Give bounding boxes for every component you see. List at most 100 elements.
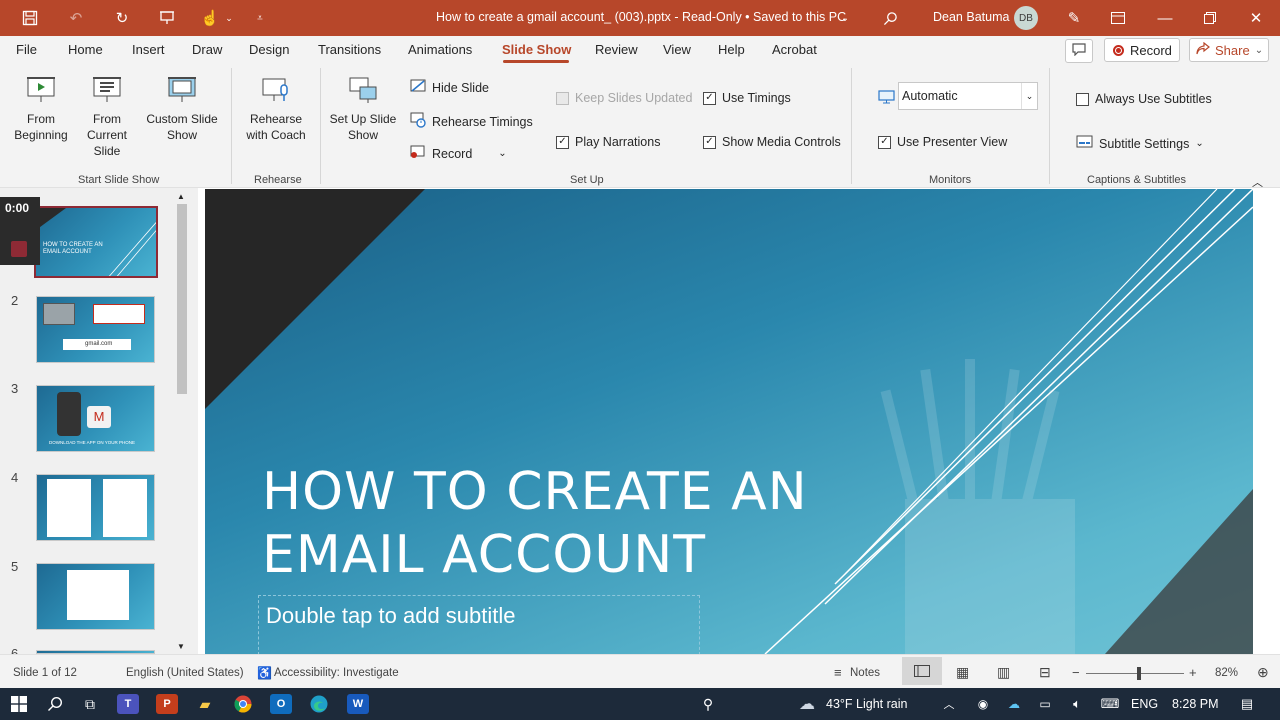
search-icon[interactable] <box>44 694 66 714</box>
slide-count[interactable]: Slide 1 of 12 <box>13 667 77 679</box>
undo-icon[interactable]: ↶ <box>66 8 86 28</box>
collapse-ribbon-icon[interactable]: ︿ <box>1252 174 1263 190</box>
play-narrations-checkbox[interactable]: ✓ Play Narrations <box>556 135 660 149</box>
document-title[interactable]: How to create a gmail account_ (003).ppt… <box>436 10 846 24</box>
zoom-slider-thumb[interactable] <box>1137 667 1141 680</box>
minimize-icon[interactable]: — <box>1153 6 1177 30</box>
rehearse-with-coach-button[interactable]: Rehearse with Coach <box>240 74 312 143</box>
onedrive-icon[interactable]: ☁ <box>1003 694 1025 714</box>
tab-animations[interactable]: Animations <box>408 42 472 57</box>
zoom-out-icon[interactable]: − <box>1072 665 1080 680</box>
task-view-icon[interactable]: ⧉ <box>79 694 101 714</box>
rehearse-timings-button[interactable]: Rehearse Timings <box>410 112 533 131</box>
people-icon[interactable]: ⚲ <box>697 694 719 714</box>
record-slide-show-button[interactable]: Record ⌄ <box>410 145 507 162</box>
accessibility-status[interactable]: Accessibility: Investigate <box>274 667 399 679</box>
always-use-subtitles-checkbox[interactable]: Always Use Subtitles <box>1076 92 1212 106</box>
outlook-icon[interactable]: O <box>270 694 292 714</box>
show-media-controls-checkbox[interactable]: ✓ Show Media Controls <box>703 135 841 149</box>
slide-thumbnail-4[interactable] <box>36 474 155 541</box>
tab-design[interactable]: Design <box>249 42 289 57</box>
customize-toolbar-icon[interactable]: ⩡ <box>250 8 270 28</box>
subtitle-placeholder-box[interactable]: Double tap to add subtitle <box>258 595 700 654</box>
hide-slide-button[interactable]: Hide Slide <box>410 79 489 96</box>
slide-thumbnail-2[interactable]: gmail.com <box>36 296 155 363</box>
use-presenter-view-checkbox[interactable]: ✓ Use Presenter View <box>878 135 1007 149</box>
notes-button[interactable]: Notes <box>850 667 880 679</box>
screenshot-image <box>93 304 145 324</box>
chevron-up-icon[interactable]: ︿ <box>938 694 960 714</box>
slide-canvas[interactable]: HOW TO CREATE AN EMAIL ACCOUNT Double ta… <box>205 189 1253 654</box>
slide-title[interactable]: HOW TO CREATE AN EMAIL ACCOUNT <box>262 461 808 587</box>
tab-slide-show[interactable]: Slide Show <box>502 42 571 57</box>
from-current-slide-button[interactable]: From Current Slide <box>72 74 142 159</box>
tab-transitions[interactable]: Transitions <box>318 42 381 57</box>
scroll-thumb[interactable] <box>177 204 187 394</box>
stop-recording-icon[interactable] <box>11 241 27 257</box>
avatar[interactable]: DB <box>1014 6 1038 30</box>
restore-icon[interactable] <box>1198 6 1222 30</box>
windows-start-icon[interactable] <box>8 694 30 714</box>
normal-view-button[interactable] <box>902 657 942 685</box>
chrome-icon[interactable] <box>232 694 254 714</box>
save-icon[interactable] <box>20 8 40 28</box>
slide-thumbnail-5[interactable] <box>36 563 155 630</box>
system-clock[interactable]: 8:28 PM <box>1172 697 1219 711</box>
keyboard-icon[interactable]: ⌨ <box>1099 694 1121 714</box>
tab-draw[interactable]: Draw <box>192 42 222 57</box>
keep-slides-updated-checkbox[interactable]: Keep Slides Updated <box>556 91 692 105</box>
redo-icon[interactable]: ↻ <box>112 8 132 28</box>
slideshow-view-icon[interactable]: ⊟ <box>1039 664 1051 681</box>
language-status[interactable]: English (United States) <box>126 667 244 679</box>
scroll-down-icon[interactable]: ▼ <box>177 642 185 651</box>
ribbon-display-icon[interactable] <box>1106 6 1130 30</box>
input-language[interactable]: ENG <box>1131 697 1158 711</box>
search-icon[interactable] <box>880 8 900 28</box>
chevron-down-icon[interactable]: ⌄ <box>219 8 239 28</box>
from-beginning-button[interactable]: From Beginning <box>12 74 70 143</box>
slide-thumbnail-3[interactable]: M DOWNLOAD THE APP ON YOUR PHONE <box>36 385 155 452</box>
volume-icon[interactable]: 🔈︎ <box>1066 694 1088 714</box>
pen-icon[interactable]: ✎ <box>1064 8 1084 28</box>
thumbnail-scrollbar[interactable]: ▲ ▼ <box>175 190 191 654</box>
tab-file[interactable]: File <box>16 42 37 57</box>
cloud-rain-icon[interactable]: ☁ <box>796 694 818 714</box>
battery-icon[interactable]: ▭ <box>1034 694 1056 714</box>
record-button[interactable]: Record <box>1104 38 1180 62</box>
powerpoint-icon[interactable]: P <box>156 694 178 714</box>
slide-sorter-icon[interactable]: ▦ <box>956 664 969 681</box>
tab-help[interactable]: Help <box>718 42 745 57</box>
custom-slide-show-button[interactable]: Custom Slide Show <box>144 74 220 143</box>
zoom-level[interactable]: 82% <box>1215 667 1238 679</box>
touch-mode-icon[interactable]: ☝ <box>200 8 220 28</box>
set-up-slide-show-button[interactable]: Set Up Slide Show <box>328 74 398 143</box>
subtitle-settings-button[interactable]: Subtitle Settings ⌄ <box>1076 135 1204 152</box>
notification-icon[interactable]: ▤ <box>1236 694 1258 714</box>
weather-status[interactable]: 43°F Light rain <box>826 697 907 711</box>
fit-to-window-icon[interactable]: ⊕ <box>1257 664 1269 681</box>
slide-thumbnail-1[interactable]: HOW TO CREATE AN EMAIL ACCOUNT <box>34 206 158 278</box>
tab-view[interactable]: View <box>663 42 691 57</box>
tab-insert[interactable]: Insert <box>132 42 165 57</box>
close-icon[interactable]: ✕ <box>1244 6 1268 30</box>
teams-icon[interactable]: T <box>117 694 139 714</box>
comments-button[interactable] <box>1065 39 1093 63</box>
zoom-slider[interactable] <box>1086 667 1184 680</box>
share-button[interactable]: Share ⌄ <box>1189 38 1269 62</box>
tab-home[interactable]: Home <box>68 42 103 57</box>
present-icon[interactable] <box>157 8 177 28</box>
tray-app-icon[interactable]: ◉ <box>972 694 994 714</box>
tab-review[interactable]: Review <box>595 42 638 57</box>
reading-view-icon[interactable]: ▥ <box>997 664 1010 681</box>
scroll-up-icon[interactable]: ▲ <box>177 192 185 201</box>
word-icon[interactable]: W <box>347 694 369 714</box>
chevron-down-icon[interactable]: ⌄ <box>835 8 855 28</box>
edge-icon[interactable] <box>308 694 330 714</box>
use-timings-checkbox[interactable]: ✓ Use Timings <box>703 91 791 105</box>
zoom-in-icon[interactable]: + <box>1189 665 1197 680</box>
file-explorer-icon[interactable]: ▰ <box>194 694 216 714</box>
tab-acrobat[interactable]: Acrobat <box>772 42 817 57</box>
chevron-down-icon[interactable]: ⌄ <box>1021 83 1037 109</box>
monitor-select[interactable]: Automatic ⌄ <box>898 82 1038 110</box>
user-name[interactable]: Dean Batuma <box>933 10 1009 24</box>
